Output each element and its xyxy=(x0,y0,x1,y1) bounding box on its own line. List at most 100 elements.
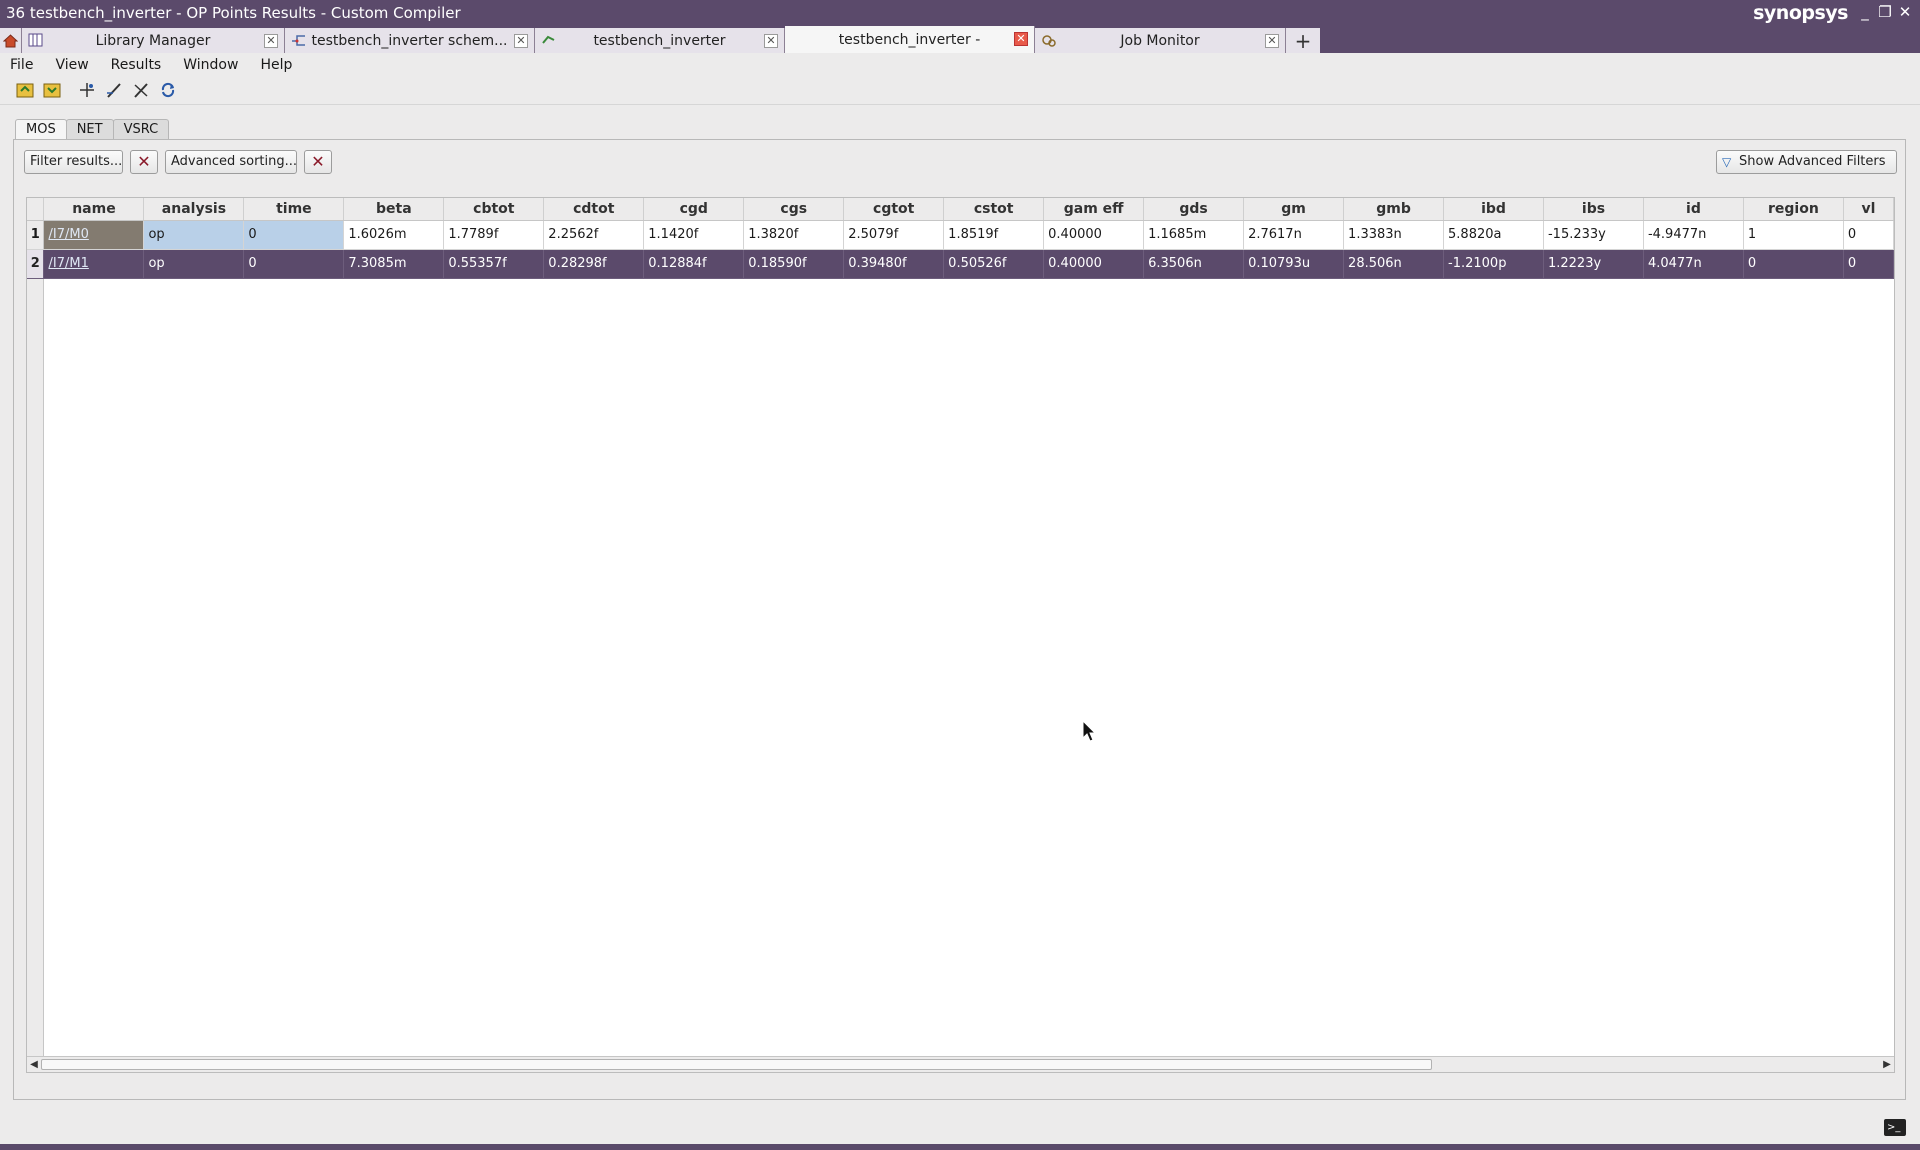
filter-results-button[interactable]: Filter results... xyxy=(24,150,123,174)
column-header[interactable]: ibs xyxy=(1543,198,1644,221)
close-tab-icon[interactable]: ✕ xyxy=(514,34,528,48)
column-header[interactable]: time xyxy=(243,198,345,221)
table-cell[interactable]: 0.40000 xyxy=(1043,220,1145,250)
table-cell[interactable]: 1.1685m xyxy=(1143,220,1245,250)
column-header[interactable]: cgs xyxy=(743,198,845,221)
table-cell[interactable]: 0.18590f xyxy=(743,249,845,279)
table-cell[interactable]: 0 xyxy=(1743,249,1844,279)
tab-schematic[interactable]: testbench_inverter schem... ✕ xyxy=(285,28,535,53)
table-cell[interactable]: 0.40000 xyxy=(1043,249,1145,279)
table-cell[interactable]: -4.9477n xyxy=(1643,220,1744,250)
column-header[interactable]: cbtot xyxy=(443,198,545,221)
console-icon[interactable]: >_ xyxy=(1884,1119,1906,1136)
table-cell[interactable]: -15.233y xyxy=(1543,220,1644,250)
table-cell[interactable]: 5.8820a xyxy=(1443,220,1544,250)
table-cell[interactable]: 1.3383n xyxy=(1343,220,1445,250)
table-cell[interactable]: 1.3820f xyxy=(743,220,845,250)
table-cell[interactable]: 4.0477n xyxy=(1643,249,1744,279)
column-header[interactable]: cgtot xyxy=(843,198,945,221)
export-icon[interactable] xyxy=(14,79,36,101)
table-cell[interactable]: 0.39480f xyxy=(843,249,945,279)
table-cell[interactable]: 2.2562f xyxy=(543,220,645,250)
table-cell[interactable]: 1.8519f xyxy=(943,220,1045,250)
scroll-left-icon[interactable]: ◀ xyxy=(27,1058,41,1072)
menu-results[interactable]: Results xyxy=(107,56,166,74)
tab-testbench-results[interactable]: testbench_inverter - ✕ xyxy=(785,26,1035,53)
clear-annotation-icon[interactable] xyxy=(130,79,152,101)
instance-link[interactable]: /I7/M0 xyxy=(48,227,88,242)
close-tab-icon[interactable]: ✕ xyxy=(1265,34,1279,48)
close-tab-icon[interactable]: ✕ xyxy=(264,34,278,48)
table-cell[interactable]: 6.3506n xyxy=(1143,249,1245,279)
column-header[interactable]: beta xyxy=(343,198,445,221)
table-cell[interactable]: op xyxy=(143,249,245,279)
table-cell[interactable]: 0.28298f xyxy=(543,249,645,279)
column-header[interactable]: vl xyxy=(1843,198,1894,221)
column-header[interactable]: region xyxy=(1743,198,1844,221)
tab-testbench[interactable]: testbench_inverter ✕ xyxy=(535,28,785,53)
table-row[interactable]: 2 /I7/M1 op 0 7.3085m 0.55357f 0.28298f … xyxy=(27,249,1894,279)
import-icon[interactable] xyxy=(41,79,63,101)
tab-job-monitor[interactable]: Job Monitor ✕ xyxy=(1035,28,1286,53)
table-cell[interactable]: 0 xyxy=(1843,220,1894,250)
tab-net[interactable]: NET xyxy=(65,119,114,139)
table-cell[interactable]: 1.1420f xyxy=(643,220,745,250)
table-cell[interactable]: 28.506n xyxy=(1343,249,1445,279)
table-cell[interactable]: /I7/M0 xyxy=(43,220,145,250)
table-cell[interactable]: 0.10793u xyxy=(1243,249,1345,279)
scrollbar-thumb[interactable] xyxy=(41,1059,1432,1070)
table-cell[interactable]: 0.55357f xyxy=(443,249,545,279)
tab-vsrc[interactable]: VSRC xyxy=(112,119,170,139)
probe-icon[interactable] xyxy=(76,79,98,101)
column-header[interactable]: name xyxy=(43,198,145,221)
table-cell[interactable]: 2.5079f xyxy=(843,220,945,250)
restore-icon[interactable]: ❐ xyxy=(1876,3,1894,21)
column-header[interactable]: gm xyxy=(1243,198,1345,221)
menu-view[interactable]: View xyxy=(51,56,92,74)
scroll-right-icon[interactable]: ▶ xyxy=(1880,1058,1894,1072)
menu-window[interactable]: Window xyxy=(179,56,242,74)
add-tab-button[interactable]: + xyxy=(1286,28,1320,53)
horizontal-scrollbar[interactable]: ◀ ▶ xyxy=(27,1056,1894,1072)
table-cell[interactable]: 1 xyxy=(1743,220,1844,250)
refresh-icon[interactable] xyxy=(157,79,179,101)
table-cell[interactable]: op xyxy=(143,220,245,250)
table-cell[interactable]: 2.7617n xyxy=(1243,220,1345,250)
minimize-icon[interactable]: _ xyxy=(1856,3,1874,21)
table-cell[interactable]: 0.50526f xyxy=(943,249,1045,279)
column-header[interactable]: analysis xyxy=(143,198,245,221)
menu-help[interactable]: Help xyxy=(256,56,296,74)
table-cell[interactable]: -1.2100p xyxy=(1443,249,1544,279)
table-cell[interactable]: 0.12884f xyxy=(643,249,745,279)
column-header[interactable]: ibd xyxy=(1443,198,1544,221)
column-header[interactable]: cdtot xyxy=(543,198,645,221)
close-window-icon[interactable]: ✕ xyxy=(1896,3,1914,21)
clear-filter-icon[interactable]: ✕ xyxy=(130,150,158,174)
column-header[interactable]: cgd xyxy=(643,198,745,221)
annotate-icon[interactable] xyxy=(103,79,125,101)
table-cell[interactable]: /I7/M1 xyxy=(43,249,145,279)
close-tab-icon[interactable]: ✕ xyxy=(1014,32,1028,46)
tab-mos[interactable]: MOS xyxy=(15,119,67,140)
instance-link[interactable]: /I7/M1 xyxy=(48,256,88,271)
column-header[interactable]: gmb xyxy=(1343,198,1445,221)
table-row[interactable]: 1 /I7/M0 op 0 1.6026m 1.7789f 2.2562f 1.… xyxy=(27,220,1894,250)
clear-sorting-icon[interactable]: ✕ xyxy=(304,150,332,174)
table-cell[interactable]: 0 xyxy=(243,220,345,250)
menu-file[interactable]: File xyxy=(6,56,37,74)
column-header[interactable]: cstot xyxy=(943,198,1045,221)
advanced-sorting-button[interactable]: Advanced sorting... xyxy=(165,150,297,174)
home-button[interactable] xyxy=(0,28,22,53)
column-header[interactable]: gds xyxy=(1143,198,1245,221)
tab-library-manager[interactable]: Library Manager ✕ xyxy=(22,28,285,53)
column-header[interactable]: id xyxy=(1643,198,1744,221)
table-cell[interactable]: 1.7789f xyxy=(443,220,545,250)
table-cell[interactable]: 1.2223y xyxy=(1543,249,1644,279)
table-cell[interactable]: 0 xyxy=(1843,249,1894,279)
close-tab-icon[interactable]: ✕ xyxy=(764,34,778,48)
table-cell[interactable]: 0 xyxy=(243,249,345,279)
table-cell[interactable]: 1.6026m xyxy=(343,220,445,250)
show-advanced-filters-button[interactable]: ▽ Show Advanced Filters xyxy=(1716,150,1897,174)
table-cell[interactable]: 7.3085m xyxy=(343,249,445,279)
column-header[interactable]: gam eff xyxy=(1043,198,1145,221)
